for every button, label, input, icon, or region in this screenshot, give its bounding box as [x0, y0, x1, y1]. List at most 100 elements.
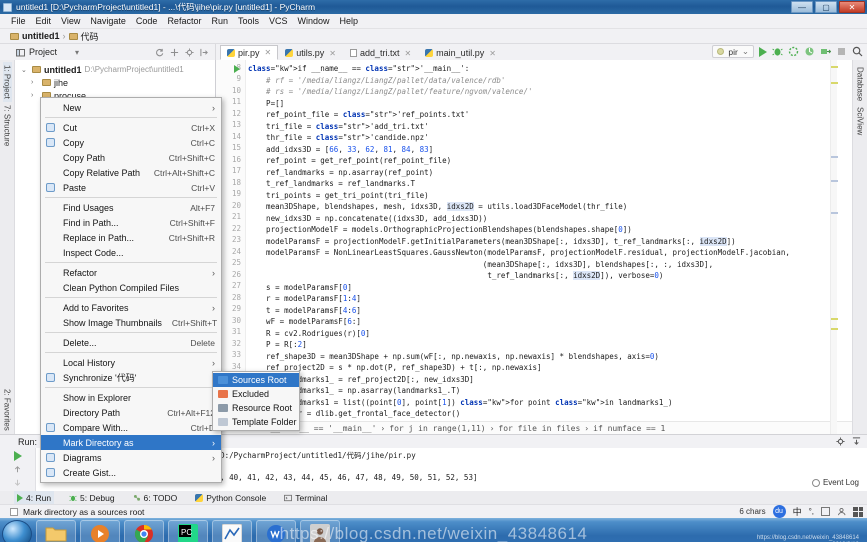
submenu-item-sources-root[interactable]: Sources Root: [213, 373, 299, 387]
user-icon[interactable]: [300, 520, 340, 542]
toolwindow-debug[interactable]: 5: Debug: [66, 491, 118, 504]
run-button[interactable]: [759, 46, 767, 57]
tree-node-untitled1[interactable]: ⌄ untitled1 D:\PycharmProject\untitled1: [15, 63, 215, 76]
gear-icon[interactable]: [185, 47, 194, 57]
coverage-button[interactable]: [788, 46, 799, 57]
toolwindow-terminal[interactable]: Terminal: [281, 491, 330, 504]
menu-window[interactable]: Window: [293, 14, 335, 29]
ctx-item-paste[interactable]: Paste Ctrl+V: [41, 180, 221, 195]
code-content[interactable]: class="kw">if __name__ == class="str">'_…: [248, 60, 852, 434]
toolwindow-todo[interactable]: 6: TODO: [130, 491, 181, 504]
menu-tools[interactable]: Tools: [233, 14, 264, 29]
close-icon[interactable]: ✕: [404, 49, 411, 58]
sidebar-item-favorites[interactable]: 2: Favorites: [3, 386, 12, 434]
ctx-item-new[interactable]: New ›: [41, 100, 221, 115]
profile-button[interactable]: [804, 46, 815, 57]
scroll-down-icon[interactable]: [13, 478, 22, 487]
run-configuration-selector[interactable]: pir ⌄: [712, 45, 754, 58]
ctx-item-refactor[interactable]: Refactor ›: [41, 265, 221, 280]
collapse-all-icon[interactable]: [170, 48, 179, 57]
chevron-right-icon[interactable]: ›: [31, 79, 39, 86]
ctx-item-mark-directory-as[interactable]: Mark Directory as ›: [41, 435, 221, 450]
start-orb[interactable]: [2, 520, 32, 542]
chevron-down-icon[interactable]: ⌄: [742, 46, 749, 57]
ctx-item-clean-python-compiled-files[interactable]: Clean Python Compiled Files: [41, 280, 221, 295]
hide-icon[interactable]: [852, 437, 861, 446]
ctx-item-show-image-thumbnails[interactable]: Show Image Thumbnails Ctrl+Shift+T: [41, 315, 221, 330]
tree-node-jihe[interactable]: › jihe: [15, 76, 215, 89]
sidebar-item-database[interactable]: Database: [856, 64, 865, 104]
toolwindow-python-console[interactable]: Python Console: [192, 491, 269, 504]
breadcrumb-folder[interactable]: 代码: [81, 30, 99, 43]
hide-panel-icon[interactable]: [200, 48, 209, 57]
file-explorer-icon[interactable]: [36, 520, 76, 542]
close-icon[interactable]: ✕: [489, 49, 496, 58]
window-controls[interactable]: — ▢ ✕: [791, 1, 865, 13]
tab-utils-py[interactable]: utils.py ✕: [278, 45, 343, 60]
matlab-icon[interactable]: [212, 520, 252, 542]
baidu-icon[interactable]: du: [772, 505, 786, 518]
stop-button[interactable]: [836, 46, 847, 57]
menu-help[interactable]: Help: [335, 14, 364, 29]
mark-directory-submenu[interactable]: Sources Root Excluded Resource Root Templat…: [212, 371, 300, 431]
close-icon[interactable]: ✕: [329, 49, 336, 58]
crumb-2[interactable]: for file in files: [498, 424, 580, 433]
ctx-item-show-in-explorer[interactable]: Show in Explorer: [41, 390, 221, 405]
editor-scrollbar[interactable]: [830, 60, 838, 434]
menu-file[interactable]: File: [6, 14, 31, 29]
ctx-item-local-history[interactable]: Local History ›: [41, 355, 221, 370]
submenu-item-excluded[interactable]: Excluded: [213, 387, 299, 401]
crumb-1[interactable]: for j in range(1,11): [389, 424, 485, 433]
search-button[interactable]: [852, 46, 863, 57]
attach-button[interactable]: [820, 46, 831, 57]
ime-punctuation-icon[interactable]: °,: [809, 507, 814, 516]
ime-language-indicator[interactable]: 中: [793, 505, 802, 518]
close-button[interactable]: ✕: [839, 1, 865, 13]
project-dropdown-icon[interactable]: ▾: [75, 48, 79, 57]
menu-navigate[interactable]: Navigate: [85, 14, 131, 29]
minimize-button[interactable]: —: [791, 1, 813, 13]
menu-vcs[interactable]: VCS: [264, 14, 293, 29]
ctx-item-copy-relative-path[interactable]: Copy Relative Path Ctrl+Alt+Shift+C: [41, 165, 221, 180]
media-player-icon[interactable]: [80, 520, 120, 542]
code-editor[interactable]: 8 9 10 11 12 13 14 15 16 17 18 19 20 21 …: [216, 60, 852, 434]
tab-main-util-py[interactable]: main_util.py ✕: [418, 45, 503, 60]
maximize-button[interactable]: ▢: [815, 1, 837, 13]
ctx-item-directory-path[interactable]: Directory Path Ctrl+Alt+F12: [41, 405, 221, 420]
rerun-button[interactable]: [13, 451, 22, 461]
sidebar-item-sciview[interactable]: SciView: [856, 104, 865, 138]
ctx-item-create-gist[interactable]: Create Gist...: [41, 465, 221, 480]
refresh-icon[interactable]: [155, 48, 164, 57]
menu-run[interactable]: Run: [206, 14, 233, 29]
scroll-up-icon[interactable]: [13, 465, 22, 474]
ctx-item-find-in-path[interactable]: Find in Path... Ctrl+Shift+F: [41, 215, 221, 230]
submenu-item-template-folder[interactable]: Template Folder: [213, 415, 299, 429]
menu-refactor[interactable]: Refactor: [162, 14, 206, 29]
ctx-item-delete[interactable]: Delete... Delete: [41, 335, 221, 350]
wps-icon[interactable]: [256, 520, 296, 542]
ime-keyboard-icon[interactable]: [821, 507, 830, 516]
submenu-item-resource-root[interactable]: Resource Root: [213, 401, 299, 415]
run-gutter-icon[interactable]: [234, 65, 240, 73]
menu-code[interactable]: Code: [131, 14, 163, 29]
context-menu[interactable]: New › Cut Ctrl+X Copy Ctrl+C Copy Path Ctrl+Shi…: [40, 97, 222, 483]
chevron-down-icon[interactable]: ⌄: [21, 66, 29, 74]
sidebar-item-structure[interactable]: 7: Structure: [3, 102, 12, 149]
chevron-right-icon[interactable]: ›: [31, 92, 39, 99]
ctx-item-copy[interactable]: Copy Ctrl+C: [41, 135, 221, 150]
tab-add-tri-txt[interactable]: add_tri.txt ✕: [343, 45, 418, 60]
close-icon[interactable]: ✕: [265, 48, 272, 57]
gear-icon[interactable]: [836, 437, 845, 446]
pycharm-icon[interactable]: PC: [168, 520, 208, 542]
ctx-item-replace-in-path[interactable]: Replace in Path... Ctrl+Shift+R: [41, 230, 221, 245]
crumb-3[interactable]: if numface == 1: [593, 424, 665, 433]
ctx-item-find-usages[interactable]: Find Usages Alt+F7: [41, 200, 221, 215]
debug-button[interactable]: [772, 46, 783, 57]
toolwindow-run[interactable]: 4: Run: [14, 491, 55, 504]
ctx-item-copy-path[interactable]: Copy Path Ctrl+Shift+C: [41, 150, 221, 165]
event-log-button[interactable]: Event Log: [811, 478, 859, 487]
ctx-item-inspect-code[interactable]: Inspect Code...: [41, 245, 221, 260]
ime-user-icon[interactable]: [837, 507, 846, 516]
ctx-item-compare-with[interactable]: Compare With... Ctrl+D: [41, 420, 221, 435]
ctx-item-synchronize[interactable]: Synchronize '代码': [41, 370, 221, 385]
